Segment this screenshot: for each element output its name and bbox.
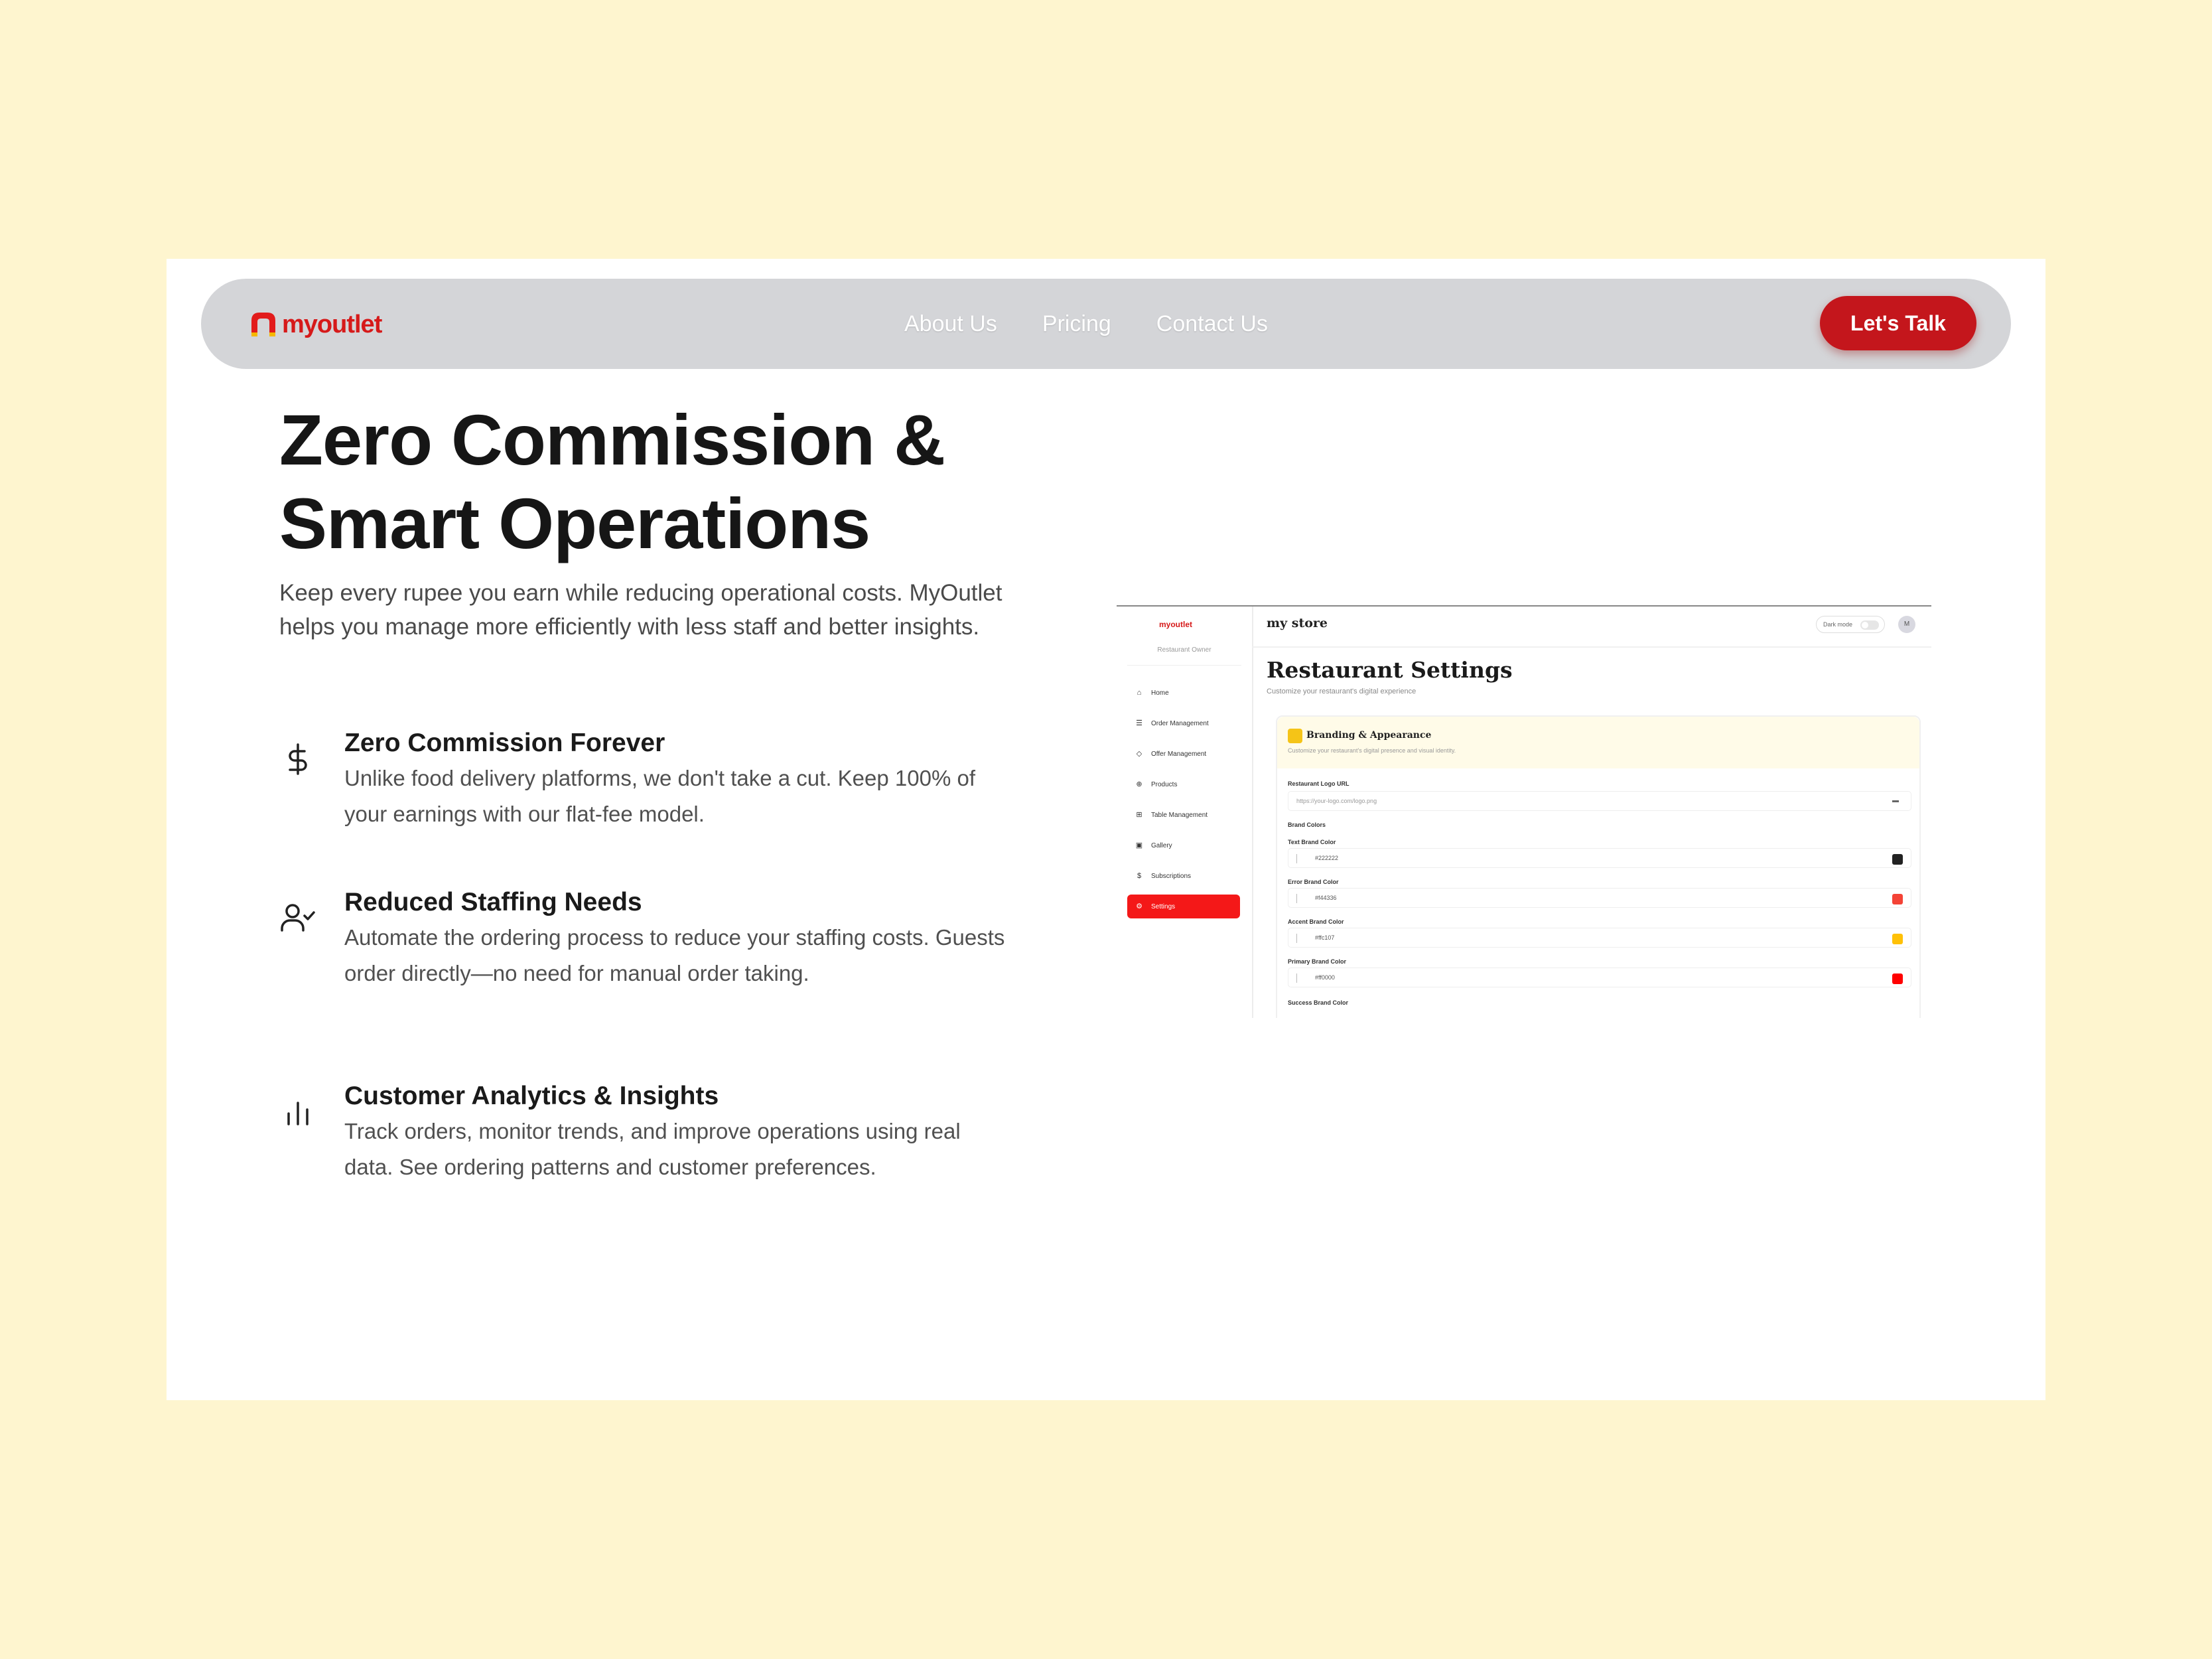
hero-subtitle: Keep every rupee you earn while reducing… [279, 580, 1002, 640]
mock-color-input[interactable]: #ffc107 [1288, 928, 1911, 948]
logo[interactable]: myoutlet [249, 308, 382, 341]
mock-dark-mode-label: Dark mode [1823, 621, 1853, 628]
mock-nav-tables[interactable]: ⊞ Table Management [1127, 803, 1240, 827]
mock-nav-label: Products [1151, 780, 1178, 788]
user-check-icon [281, 904, 315, 932]
feature-desc: Unlike food delivery platforms, we don't… [344, 766, 975, 826]
mock-nav-label: Gallery [1151, 841, 1172, 849]
color-swatch[interactable] [1892, 854, 1903, 865]
nav-link-about[interactable]: About Us [904, 311, 997, 337]
mock-branding-panel: Branding & Appearance Customize your res… [1276, 715, 1921, 1018]
mock-nav-home[interactable]: ⌂ Home [1127, 681, 1240, 705]
gear-icon: ⚙ [1136, 902, 1142, 910]
mock-nav-offers[interactable]: ◇ Offer Management [1127, 742, 1240, 766]
hero-title: Zero Commission & Smart Operations [279, 398, 1075, 565]
mock-logo-url-label: Restaurant Logo URL [1288, 780, 1349, 787]
image-icon: ▬ [1892, 797, 1899, 804]
mock-divider [1127, 665, 1241, 666]
mock-brand-colors-label: Brand Colors [1288, 822, 1326, 828]
mock-color-value: #ffc107 [1315, 934, 1335, 941]
toggle-switch-icon [1860, 620, 1879, 630]
feature-title: Zero Commission Forever [344, 729, 665, 757]
mock-logo: myoutlet [1159, 620, 1193, 629]
mock-color-input[interactable]: #222222 [1288, 848, 1911, 868]
mock-success-color-label: Success Brand Color [1288, 999, 1349, 1006]
color-picker-handle [1296, 894, 1297, 903]
mock-color-label: Primary Brand Color [1288, 958, 1347, 965]
mock-nav-products[interactable]: ⊕ Products [1127, 772, 1240, 796]
mock-nav-label: Subscriptions [1151, 872, 1192, 880]
color-picker-handle [1296, 974, 1297, 983]
mock-store-name: my store [1267, 616, 1328, 630]
mock-topbar: my store Dark mode M [1252, 607, 1931, 648]
mock-page-subtitle: Customize your restaurant's digital expe… [1267, 687, 1417, 695]
nav-link-contact[interactable]: Contact Us [1156, 311, 1268, 337]
list-icon: ☰ [1136, 719, 1142, 727]
feature-desc: Track orders, monitor trends, and improv… [344, 1119, 961, 1179]
landing-card: myoutlet About Us Pricing Contact Us Let… [167, 259, 2045, 1400]
mock-section-title: Branding & Appearance [1306, 730, 1432, 741]
color-swatch[interactable] [1892, 974, 1903, 984]
mock-nav-label: Table Management [1151, 811, 1208, 819]
mock-section-subtitle: Customize your restaurant's digital pres… [1288, 747, 1456, 754]
color-picker-handle [1296, 854, 1297, 863]
mock-nav-orders[interactable]: ☰ Order Management [1127, 711, 1240, 735]
grid-icon: ⊞ [1136, 811, 1142, 819]
mock-logo-url-input[interactable]: https://your-logo.com/logo.png ▬ [1288, 791, 1911, 811]
mock-dark-mode-toggle[interactable]: Dark mode [1816, 616, 1885, 633]
box-icon: ⊕ [1136, 780, 1142, 788]
hero-title-line2: Smart Operations [279, 483, 870, 563]
mock-nav-label: Offer Management [1151, 750, 1207, 758]
color-swatch[interactable] [1892, 894, 1903, 904]
mock-nav-subscriptions[interactable]: $ Subscriptions [1127, 864, 1240, 888]
hero-title-line1: Zero Commission & [279, 399, 945, 480]
mock-color-value: #ff0000 [1315, 974, 1335, 981]
tag-icon: ◇ [1136, 750, 1142, 758]
feature-title: Customer Analytics & Insights [344, 1082, 719, 1110]
logo-arch-icon [251, 313, 275, 336]
dollar-icon [289, 743, 307, 775]
mock-nav-label: Home [1151, 689, 1169, 697]
mock-color-value: #f44336 [1315, 895, 1337, 901]
mock-color-input[interactable]: #f44336 [1288, 888, 1911, 908]
mock-nav-gallery[interactable]: ▣ Gallery [1127, 833, 1240, 857]
color-swatch[interactable] [1892, 934, 1903, 944]
dollar-icon: $ [1137, 872, 1142, 880]
mock-color-input[interactable]: #ff0000 [1288, 968, 1911, 987]
mock-nav-settings[interactable]: ⚙ Settings [1127, 895, 1240, 918]
mock-nav-label: Order Management [1151, 719, 1209, 727]
mock-panel-header: Branding & Appearance Customize your res… [1277, 717, 1919, 768]
image-icon: ▣ [1135, 841, 1143, 849]
mock-sidebar: myoutlet Restaurant Owner ⌂ Home ☰ Order M… [1117, 607, 1253, 1018]
feature-title: Reduced Staffing Needs [344, 888, 642, 916]
palette-icon [1288, 729, 1302, 743]
mock-color-label: Accent Brand Color [1288, 918, 1344, 925]
navbar: myoutlet About Us Pricing Contact Us Let… [201, 279, 2011, 369]
mock-logo-url-placeholder: https://your-logo.com/logo.png [1296, 798, 1377, 804]
mock-role: Restaurant Owner [1157, 646, 1211, 654]
avatar[interactable]: M [1898, 616, 1915, 633]
nav-link-pricing[interactable]: Pricing [1042, 311, 1111, 337]
mock-color-value: #222222 [1315, 855, 1339, 861]
bar-chart-icon [287, 1102, 309, 1125]
mock-nav-label: Settings [1151, 902, 1176, 910]
nav-links: About Us Pricing Contact Us [904, 279, 1268, 369]
mock-color-label: Error Brand Color [1288, 879, 1339, 885]
home-icon: ⌂ [1137, 689, 1142, 697]
app-screenshot: myoutlet Restaurant Owner ⌂ Home ☰ Order M… [1117, 605, 1931, 1018]
feature-desc: Automate the ordering process to reduce … [344, 925, 1005, 985]
lets-talk-button[interactable]: Let's Talk [1820, 296, 1976, 350]
logo-text: myoutlet [282, 310, 382, 338]
color-picker-handle [1296, 934, 1297, 943]
mock-color-label: Text Brand Color [1288, 839, 1336, 845]
mock-page-title: Restaurant Settings [1267, 657, 1513, 683]
